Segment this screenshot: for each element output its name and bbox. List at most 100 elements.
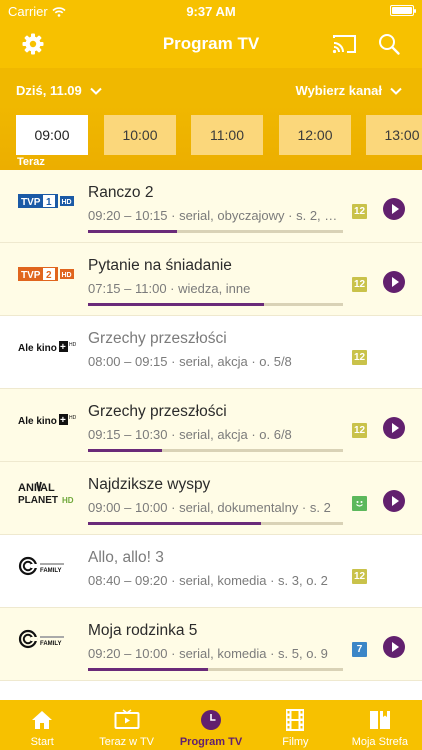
channel-label: Wybierz kanał	[295, 83, 382, 98]
smiley-icon	[356, 501, 363, 507]
tab-label: Start	[30, 736, 54, 748]
search-icon[interactable]	[376, 31, 402, 57]
play-button[interactable]	[383, 490, 405, 512]
channel-logo-animal-planet: ANI AL PLANET HD	[18, 481, 76, 506]
progress-bar	[88, 522, 343, 525]
channel-logo-alekino: Ale kino + HD	[18, 409, 76, 431]
play-button[interactable]	[383, 198, 405, 220]
program-meta: 09:00 – 10:00 · serial, dokumentalny · s…	[88, 500, 331, 515]
program-title: Allo, allo! 3	[88, 549, 164, 566]
progress-fill	[88, 668, 208, 671]
progress-bar	[88, 230, 343, 233]
progress-bar	[88, 449, 343, 452]
program-row[interactable]: TVP 2 HD Pytanie na śniadanie 07:15 – 11:0…	[0, 243, 422, 316]
age-rating-badge: 12	[352, 569, 367, 584]
hour-chip[interactable]: 12:00	[279, 115, 351, 155]
progress-bar	[88, 303, 343, 306]
date-label: Dziś, 11.09	[16, 83, 82, 98]
film-icon	[282, 708, 308, 732]
age-rating-badge: 12	[352, 423, 367, 438]
program-list[interactable]: TVP 1 HD Ranczo 2 09:20 – 10:15 · serial, …	[0, 170, 422, 700]
program-meta: 09:20 – 10:00 · serial, komedia · s. 5, …	[88, 646, 328, 661]
channel-selector[interactable]: Wybierz kanał	[296, 83, 402, 98]
tab-filmy[interactable]: Filmy	[253, 700, 337, 750]
svg-text:HD: HD	[62, 272, 72, 279]
svg-text:HD: HD	[62, 199, 72, 206]
app-header: Program TV	[0, 22, 422, 68]
program-meta: 07:15 – 11:00 · wiedza, inne	[88, 281, 251, 296]
age-rating-badge: 12	[352, 350, 367, 365]
now-label: Teraz	[17, 156, 45, 168]
svg-text:FAMILY: FAMILY	[40, 641, 61, 647]
program-meta: 09:20 – 10:15 · serial, obyczajowy · s. …	[88, 208, 342, 223]
date-selector[interactable]: Dziś, 11.09	[16, 83, 102, 98]
status-bar: Carrier 9:37 AM	[0, 0, 422, 22]
program-row[interactable]: ANI AL PLANET HD Najdziksze wyspy 09:00 – 1…	[0, 462, 422, 535]
tab-teraz-w-tv[interactable]: Teraz w TV	[84, 700, 168, 750]
play-button[interactable]	[383, 417, 405, 439]
hour-chip[interactable]: 10:00	[104, 115, 176, 155]
progress-fill	[88, 230, 178, 233]
program-meta: 08:00 – 09:15 · serial, akcja · o. 5/8	[88, 354, 292, 369]
tv-icon	[114, 708, 140, 732]
program-title: Grzechy przeszłości	[88, 330, 227, 347]
channel-logo-tvp1: TVP 1 HD	[18, 190, 76, 212]
page-title: Program TV	[162, 34, 260, 53]
program-row[interactable]: FAMILY Allo, allo! 3 08:40 – 09:20 · ser…	[0, 535, 422, 608]
tab-bar: Start Teraz w TV Program TV Filmy Moja S…	[0, 700, 422, 750]
svg-text:HD: HD	[62, 496, 74, 505]
svg-text:+: +	[60, 342, 66, 353]
tab-start[interactable]: Start	[0, 700, 84, 750]
tab-label: Filmy	[282, 736, 309, 748]
svg-text:2: 2	[46, 270, 52, 281]
tab-program-tv[interactable]: Program TV	[169, 700, 253, 750]
svg-text:TVP: TVP	[21, 197, 41, 208]
svg-text:AL: AL	[40, 482, 55, 494]
chevron-down-icon	[90, 87, 102, 95]
battery-icon	[390, 5, 416, 16]
chevron-down-icon	[390, 87, 402, 95]
progress-fill	[88, 522, 262, 525]
age-rating-badge: 12	[352, 204, 367, 219]
program-title: Ranczo 2	[88, 184, 154, 201]
hour-chip[interactable]: 11:00	[191, 115, 263, 155]
smiley-rating-badge	[352, 496, 367, 511]
svg-text:TVP: TVP	[21, 270, 41, 281]
play-button[interactable]	[383, 271, 405, 293]
tab-moja-strefa[interactable]: Moja Strefa	[338, 700, 422, 750]
play-button[interactable]	[383, 636, 405, 658]
svg-text:HD: HD	[69, 342, 76, 348]
progress-fill	[88, 303, 264, 306]
cast-icon[interactable]	[332, 31, 358, 57]
age-rating-badge: 7	[352, 642, 367, 657]
svg-text:Ale kino: Ale kino	[18, 343, 57, 354]
program-title: Najdziksze wyspy	[88, 476, 211, 493]
hour-chip[interactable]: 13:00	[366, 115, 422, 155]
channel-logo-comedy-central-family: FAMILY	[18, 628, 76, 650]
hour-chip-selected[interactable]: 09:00	[16, 115, 88, 155]
hour-picker[interactable]: 09:00 10:00 11:00 12:00 13:00 Teraz	[0, 104, 422, 170]
svg-text:+: +	[60, 415, 66, 426]
tab-label: Program TV	[179, 736, 243, 748]
age-rating-badge: 12	[352, 277, 367, 292]
clock-icon	[198, 708, 224, 732]
progress-fill	[88, 449, 162, 452]
book-icon	[367, 708, 393, 732]
svg-text:1: 1	[46, 197, 52, 208]
tab-label: Teraz w TV	[99, 736, 155, 748]
program-meta: 09:15 – 10:30 · serial, akcja · o. 6/8	[88, 427, 292, 442]
program-row[interactable]: Ale kino + HD Grzechy przeszłości 09:15 – …	[0, 389, 422, 462]
program-row[interactable]: FAMILY Moja rodzinka 5 09:20 – 10:00 · s…	[0, 608, 422, 681]
svg-text:FAMILY: FAMILY	[40, 568, 61, 574]
program-title: Grzechy przeszłości	[88, 403, 227, 420]
status-time: 9:37 AM	[186, 4, 236, 19]
program-row[interactable]: Ale kino + HD Grzechy przeszłości 08:00 – …	[0, 316, 422, 389]
svg-text:HD: HD	[69, 415, 76, 421]
home-icon	[29, 708, 55, 732]
program-row[interactable]: TVP 1 HD Ranczo 2 09:20 – 10:15 · serial, …	[0, 170, 422, 243]
svg-text:PLANET: PLANET	[18, 495, 58, 506]
svg-text:ANI: ANI	[18, 482, 37, 494]
channel-logo-comedy-central-family: FAMILY	[18, 555, 76, 577]
program-row[interactable]	[0, 681, 422, 700]
channel-logo-tvp2: TVP 2 HD	[18, 263, 76, 285]
